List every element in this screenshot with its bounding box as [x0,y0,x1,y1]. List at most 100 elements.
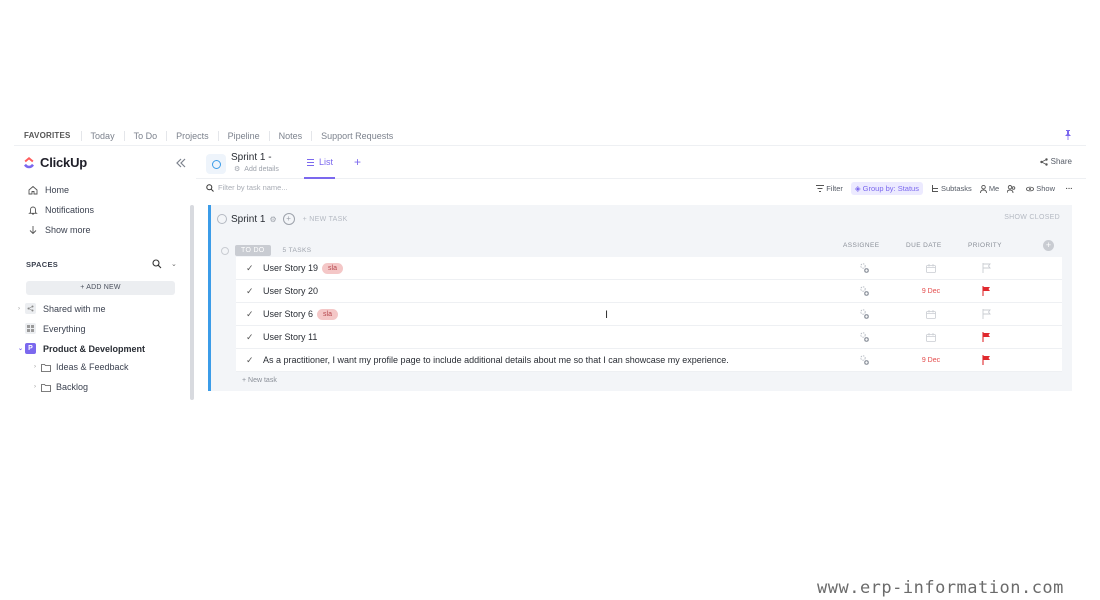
settings-icon[interactable]: ⚙ [269,215,276,224]
task-search[interactable]: Filter by task name... [206,183,288,192]
sidebar-item-home[interactable]: Home [28,185,69,195]
filter-label: Filter [826,184,843,193]
show-closed-button[interactable]: SHOW CLOSED [1004,214,1060,221]
task-name[interactable]: User Story 19 [263,263,318,273]
search-icon[interactable] [152,259,162,269]
calendar-icon [926,263,936,273]
add-assignee-icon[interactable] [858,354,870,366]
column-header-due-date[interactable]: DUE DATE [906,242,942,249]
group-by-button[interactable]: ◈ Group by: Status [850,182,923,195]
table-row[interactable]: ✓ User Story 20 9 Dec [236,280,1062,303]
filter-button[interactable]: Filter [816,184,843,193]
pin-icon[interactable] [1064,130,1072,140]
flag-urgent-icon[interactable] [982,286,991,296]
column-header-priority[interactable]: PRIORITY [968,242,1002,249]
flag-outline-icon[interactable] [982,309,991,319]
main-panel: Sprint 1 - ⚙ Add details List + Share Fi… [196,147,1086,400]
clickup-logo[interactable]: ClickUp [22,155,87,170]
check-icon[interactable]: ✓ [246,286,256,297]
sidebar-item-shared-with-me[interactable]: › Shared with me [18,303,106,314]
favorites-title: FAVORITES [24,131,71,140]
me-button[interactable]: Me [979,184,999,193]
search-input[interactable]: Filter by task name... [218,183,288,192]
filter-icon [816,185,825,192]
table-row[interactable]: ✓ User Story 19 sla [236,257,1062,280]
flag-urgent-icon[interactable] [982,332,991,342]
add-circle-icon[interactable]: + [282,213,295,225]
caret-right-icon[interactable]: › [18,306,25,312]
sidebar-item-everything[interactable]: Everything [25,323,86,334]
task-list: ✓ User Story 19 sla ✓ User Story 20 9 De… [236,257,1062,372]
folder-icon [41,363,51,372]
check-icon[interactable]: ✓ [246,332,256,343]
due-date[interactable]: 9 Dec [911,280,951,303]
task-name[interactable]: User Story 11 [263,332,317,342]
favorite-support-requests[interactable]: Support Requests [311,130,402,141]
favorite-notes[interactable]: Notes [268,130,312,141]
caret-down-icon[interactable]: ⌄ [18,345,25,352]
page-title[interactable]: Sprint 1 - [231,152,272,163]
share-label: Share [1050,157,1072,166]
add-assignee-icon[interactable] [858,308,870,320]
list-header: Sprint 1 - ⚙ Add details List + Share [196,147,1086,179]
sidebar-item-show-more[interactable]: Show more [28,225,91,235]
subtasks-button[interactable]: Subtasks [931,184,972,193]
column-header-assignee[interactable]: ASSIGNEE [843,242,879,249]
collapse-status-icon[interactable] [221,246,229,255]
sidebar-item-ideas-feedback[interactable]: › Ideas & Feedback [34,362,129,372]
due-date[interactable]: 9 Dec [911,349,951,372]
sidebar-item-notifications[interactable]: Notifications [28,205,94,215]
add-new-space-button[interactable]: + ADD NEW [26,281,175,295]
task-name[interactable]: User Story 20 [263,286,318,296]
clickup-logo-icon [24,156,34,168]
flag-urgent-icon[interactable] [982,355,991,365]
task-name[interactable]: User Story 6 [263,309,313,319]
add-assignee-icon[interactable] [858,262,870,274]
sprint-name[interactable]: Sprint 1 [231,214,265,225]
table-row[interactable]: ✓ User Story 6 sla [236,303,1062,326]
share-button[interactable]: Share [1039,157,1072,166]
favorite-pipeline[interactable]: Pipeline [217,130,269,141]
sidebar-item-product-development[interactable]: ⌄ P Product & Development [18,343,145,354]
sidebar-item-backlog[interactable]: › Backlog [34,382,88,392]
collapse-circle-icon[interactable] [217,214,227,224]
favorite-to-do[interactable]: To Do [123,130,167,141]
due-date[interactable] [911,326,951,349]
toolbar-actions: Filter ◈ Group by: Status Subtasks Me Sh… [808,182,1073,195]
tab-list[interactable]: List [304,147,336,179]
check-icon[interactable]: ✓ [246,309,256,320]
sidebar-scrollbar[interactable] [190,205,194,400]
add-assignee-icon[interactable] [858,331,870,343]
add-view-button[interactable]: + [354,155,361,169]
flag-outline-icon[interactable] [982,263,991,273]
due-date[interactable] [911,257,951,280]
check-icon[interactable]: ✓ [246,263,256,274]
caret-right-icon[interactable]: › [34,384,41,390]
more-options-icon[interactable]: ··· [1065,183,1073,194]
add-new-task-link[interactable]: + New task [242,377,277,384]
table-row[interactable]: ✓ As a practitioner, I want my profile p… [236,349,1062,372]
calendar-icon [926,309,936,319]
task-tag[interactable]: sla [317,308,338,320]
add-details-link[interactable]: ⚙ Add details [234,165,279,174]
add-assignee-icon[interactable] [858,285,870,297]
check-icon[interactable]: ✓ [246,355,256,366]
table-row[interactable]: ✓ User Story 11 [236,326,1062,349]
task-tag[interactable]: sla [322,262,343,274]
collapse-sidebar-icon[interactable] [175,157,187,169]
favorite-today[interactable]: Today [80,130,124,141]
task-name[interactable]: As a practitioner, I want my profile pag… [263,355,729,365]
new-task-button[interactable]: + NEW TASK [303,216,348,223]
sidebar: ClickUp Home Notifications Show more SPA… [14,147,194,400]
favorite-projects[interactable]: Projects [166,130,218,141]
bell-icon [28,206,38,215]
status-badge[interactable]: TO DO [235,245,271,256]
add-column-button[interactable]: + [1043,240,1054,251]
chevron-down-icon[interactable]: ⌄ [171,260,177,268]
assignees-button[interactable] [1007,184,1018,193]
caret-right-icon[interactable]: › [34,364,41,370]
watermark: www.erp-information.com [817,578,1064,598]
due-date[interactable] [911,303,951,326]
show-button[interactable]: Show [1026,184,1055,193]
tab-list-label: List [319,157,334,167]
